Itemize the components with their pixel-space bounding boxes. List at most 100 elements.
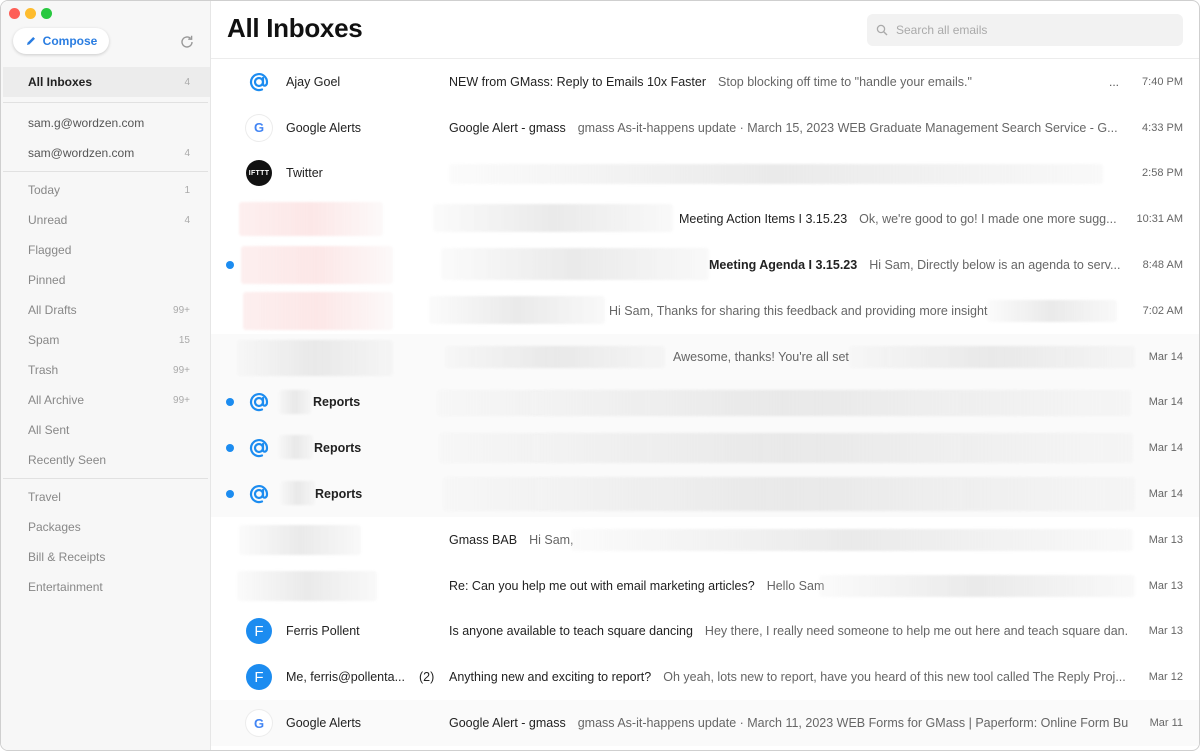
close-window-button[interactable] — [9, 8, 20, 19]
email-row[interactable]: IFTTT Twitter 2:58 PM — [211, 151, 1199, 197]
subject-line: Meeting Agenda I 3.15.23 Hi Sam, Directly… — [709, 258, 1129, 272]
timestamp: Mar 14 — [1148, 350, 1183, 363]
redacted-content — [437, 389, 1131, 416]
email-row[interactable]: Reports Mar 14 — [211, 379, 1199, 426]
timestamp: Mar 12 — [1148, 671, 1183, 684]
zoom-window-button[interactable] — [41, 8, 52, 19]
search-input[interactable] — [894, 22, 1178, 38]
pencil-icon — [26, 37, 35, 45]
email-row[interactable]: G Google Alerts Google Alert - gmass gmas… — [211, 105, 1199, 151]
sidebar-item-all-drafts[interactable]: All Drafts 99+ — [1, 295, 210, 325]
unread-count: 1 — [184, 184, 190, 196]
at-sign-icon — [249, 72, 269, 92]
minimize-window-button[interactable] — [25, 8, 36, 19]
sidebar-item-unread[interactable]: Unread 4 — [1, 205, 210, 235]
sidebar-item-today[interactable]: Today 1 — [1, 175, 210, 205]
redacted-content — [433, 204, 673, 233]
thread-count: (2) — [418, 670, 435, 685]
search-icon — [876, 24, 888, 36]
sidebar-item-travel[interactable]: Travel — [1, 482, 210, 512]
sidebar-item-all-archive[interactable]: All Archive 99+ — [1, 385, 210, 415]
redacted-content — [443, 477, 1135, 512]
email-row[interactable]: Awesome, thanks! You're all set Mar 14 — [211, 333, 1199, 380]
sidebar-item-label: sam@wordzen.com — [28, 146, 135, 160]
preview: Stop blocking off time to "handle your e… — [718, 74, 972, 89]
search-bar[interactable] — [867, 14, 1183, 46]
email-row[interactable]: Gmass BAB Hi Sam, Mar 13 — [211, 517, 1199, 563]
email-row[interactable]: Hi Sam, Thanks for sharing this feedback… — [211, 288, 1199, 334]
sidebar-item-all-inboxes[interactable]: All Inboxes 4 — [3, 67, 210, 97]
message-list-pane: All Inboxes Ajay Goel NEW from G — [211, 1, 1199, 750]
subject-line: Is anyone available to teach square danc… — [449, 624, 1129, 638]
subject-line: Re: Can you help me out with email marke… — [449, 579, 829, 593]
email-row[interactable]: Reports Mar 14 — [211, 425, 1199, 472]
sidebar-item-label: All Drafts — [28, 303, 77, 317]
email-row[interactable]: Reports Mar 14 — [211, 471, 1199, 517]
sidebar-item-label: Pinned — [28, 273, 66, 287]
unread-count: 4 — [184, 76, 190, 88]
redacted-content — [439, 433, 1133, 464]
sidebar-item-trash[interactable]: Trash 99+ — [1, 355, 210, 385]
email-row[interactable]: Meeting Agenda I 3.15.23 Hi Sam, Directly… — [211, 242, 1199, 288]
avatar — [246, 389, 272, 415]
subject: Anything new and exciting to report? — [449, 670, 652, 685]
sidebar-item-recently-seen[interactable]: Recently Seen — [1, 445, 210, 475]
sidebar-item-packages[interactable]: Packages — [1, 512, 210, 542]
unread-dot — [226, 261, 234, 270]
timestamp: Mar 13 — [1148, 625, 1183, 638]
timestamp: Mar 13 — [1148, 579, 1183, 592]
redacted-content — [445, 345, 665, 368]
sender-name: Reports — [314, 441, 362, 456]
avatar — [246, 481, 272, 507]
email-row[interactable]: Ajay Goel NEW from GMass: Reply to Email… — [211, 59, 1199, 105]
email-row[interactable]: Re: Can you help me out with email marke… — [211, 563, 1199, 609]
subject: Gmass BAB — [449, 532, 518, 547]
sidebar-item-label: Flagged — [28, 243, 72, 257]
page-title: All Inboxes — [227, 13, 363, 43]
redacted-sender — [237, 570, 377, 601]
sidebar-item-spam[interactable]: Spam 15 — [1, 325, 210, 355]
sidebar-item-bill-receipts[interactable]: Bill & Receipts — [1, 542, 210, 572]
compose-button[interactable]: Compose — [13, 28, 109, 54]
timestamp: 7:40 PM — [1142, 75, 1183, 88]
sidebar-item-account[interactable]: sam@wordzen.com 4 — [1, 138, 210, 168]
sidebar-item-flagged[interactable]: Flagged — [1, 235, 210, 265]
unread-count: 99+ — [173, 364, 190, 376]
compose-label: Compose — [42, 34, 98, 48]
subject: Google Alert - gmass — [449, 120, 566, 135]
google-letter: G — [253, 120, 265, 136]
redacted-sender — [279, 389, 311, 414]
redacted-sender — [239, 524, 361, 555]
timestamp: 7:02 AM — [1142, 304, 1183, 317]
refresh-icon[interactable] — [179, 34, 195, 50]
sender-name: Me, ferris@pollenta... (2) — [286, 670, 434, 684]
at-sign-icon — [249, 485, 269, 504]
sidebar-item-label: All Inboxes — [28, 75, 93, 89]
sidebar-item-pinned[interactable]: Pinned — [1, 265, 210, 295]
sender-name: Google Alerts — [286, 716, 362, 731]
subject-line: Anything new and exciting to report? Oh y… — [449, 670, 1129, 684]
redacted-content — [571, 528, 1133, 551]
sidebar-item-all-sent[interactable]: All Sent — [1, 415, 210, 445]
ifttt-icon: IFTTT — [246, 160, 272, 187]
sidebar-item-label: Travel — [28, 490, 61, 504]
avatar: F — [246, 664, 272, 691]
email-row[interactable]: Meeting Action Items I 3.15.23 Ok, we're … — [211, 196, 1199, 242]
email-row[interactable]: F Me, ferris@pollenta... (2) Anything new… — [211, 654, 1199, 700]
preview: Awesome, thanks! You're all set — [673, 349, 849, 364]
sender-name: Reports — [315, 487, 363, 502]
redacted-content — [449, 163, 1103, 184]
unread-count: 99+ — [173, 304, 190, 316]
sidebar-item-account[interactable]: sam.g@wordzen.com — [1, 108, 210, 138]
subject: Meeting Agenda I 3.15.23 — [709, 258, 858, 273]
sidebar-item-entertainment[interactable]: Entertainment — [1, 572, 210, 602]
email-list: Ajay Goel NEW from GMass: Reply to Email… — [211, 59, 1199, 746]
unread-dot — [226, 398, 234, 407]
email-row[interactable]: G Google Alerts Google Alert - gmass gmas… — [211, 700, 1199, 746]
mailbox-nav: All Inboxes 4 sam.g@wordzen.com sam@word… — [1, 67, 210, 602]
subject: Is anyone available to teach square danc… — [449, 624, 693, 639]
window-controls — [9, 8, 52, 19]
preview: Hello Sam — [766, 578, 825, 593]
email-row[interactable]: F Ferris Pollent Is anyone available to … — [211, 609, 1199, 655]
timestamp: Mar 14 — [1148, 396, 1183, 409]
